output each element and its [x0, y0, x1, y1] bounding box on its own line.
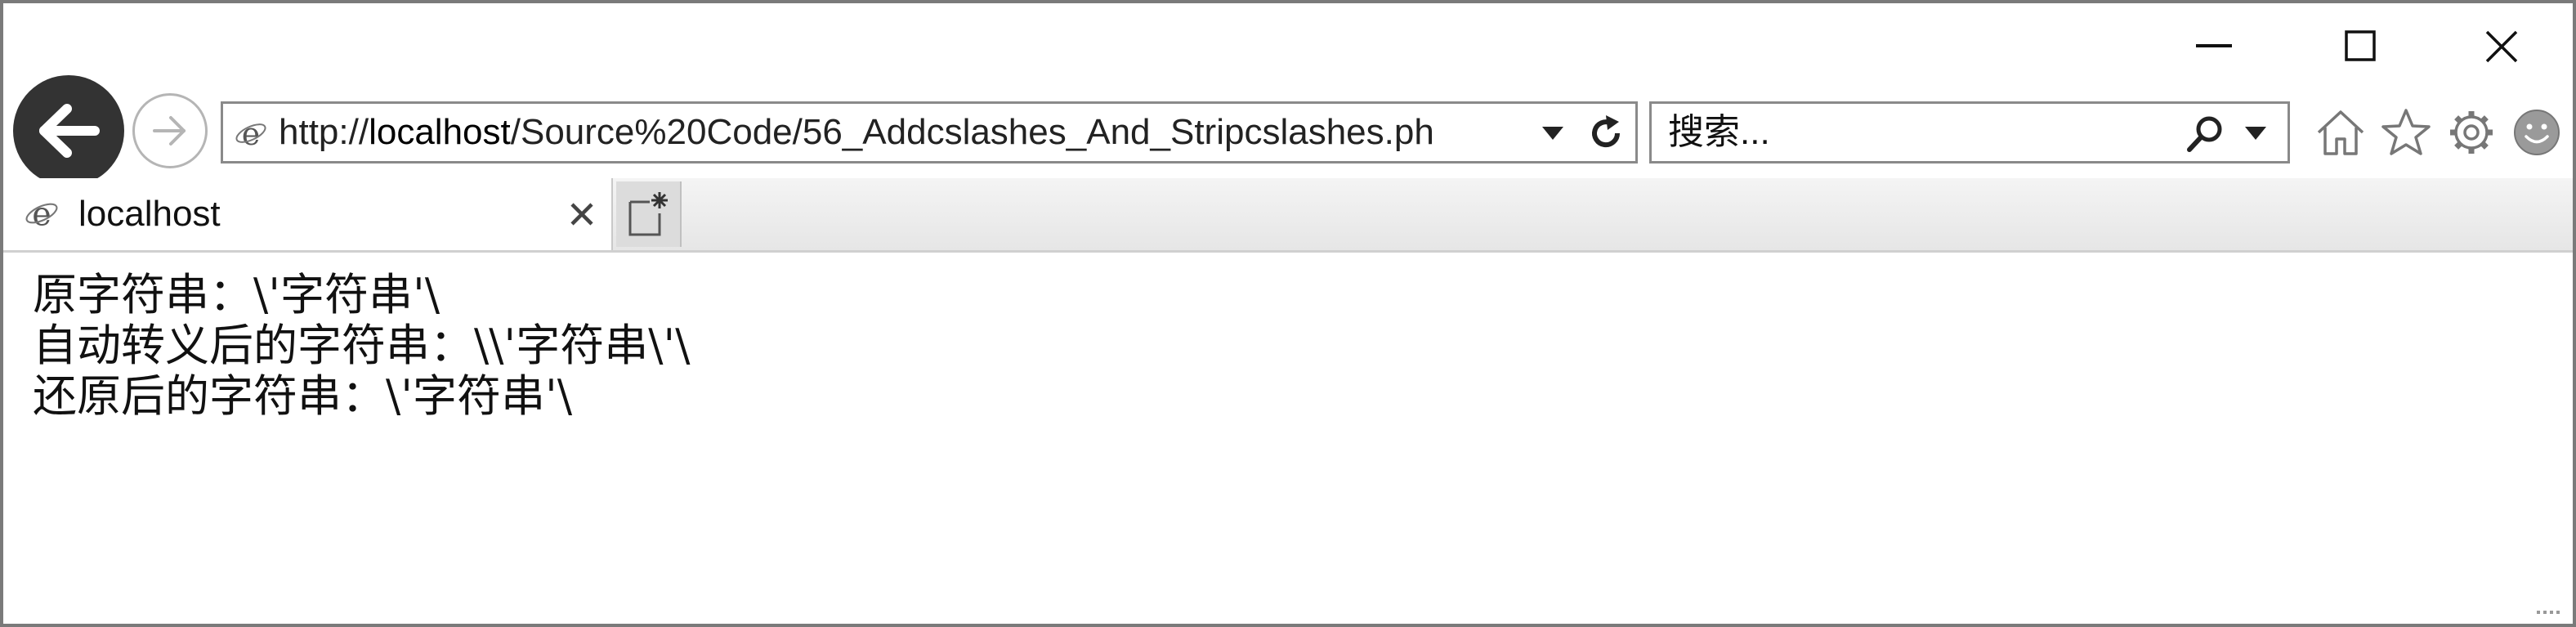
original-string-line: 原字符串：\'字符串'\ [33, 269, 441, 320]
search-input[interactable]: 搜索... [1649, 101, 2290, 163]
back-arrow-icon [39, 104, 100, 158]
url-host: localhost [369, 112, 511, 152]
close-icon[interactable] [566, 198, 598, 231]
browser-window: e http://localhost/Source%20Code/56_Addc… [0, 0, 2576, 627]
url-path: /Source%20Code/56_Addcslashes_And_Stripc… [510, 112, 1434, 152]
address-bar[interactable]: e http://localhost/Source%20Code/56_Addc… [221, 101, 1638, 163]
forward-button[interactable] [132, 93, 208, 168]
maximize-icon [2345, 30, 2376, 61]
new-tab-button[interactable] [616, 181, 682, 247]
maximize-button[interactable] [2324, 18, 2398, 75]
restored-string-line: 还原后的字符串：\'字符串'\ [33, 370, 573, 422]
search-placeholder: 搜索... [1668, 112, 1770, 152]
home-button[interactable] [2313, 105, 2368, 160]
ie-page-icon: e [25, 196, 58, 231]
search-icon[interactable] [2185, 114, 2225, 155]
smiley-icon [2514, 110, 2560, 155]
back-button[interactable] [13, 75, 124, 186]
close-icon [2485, 30, 2518, 63]
resize-grip-icon[interactable] [2534, 607, 2566, 619]
refresh-icon[interactable] [1586, 114, 1626, 153]
tab-localhost[interactable]: e localhost [3, 178, 613, 250]
chevron-down-icon[interactable] [2243, 122, 2268, 143]
minimize-icon [2196, 44, 2232, 47]
url-text[interactable]: http://localhost/Source%20Code/56_Addcsl… [279, 104, 1505, 161]
close-window-button[interactable] [2465, 18, 2538, 75]
gear-icon [2450, 111, 2493, 154]
ie-page-icon: e [235, 117, 266, 150]
tab-strip: e localhost [3, 178, 2573, 253]
forward-arrow-icon [153, 116, 186, 146]
settings-button[interactable] [2444, 105, 2499, 160]
tab-title: localhost [78, 194, 221, 234]
escaped-string-line: 自动转义后的字符串：\\'字符串\'\ [33, 320, 691, 371]
page-content: 原字符串：\'字符串'\ 自动转义后的字符串：\\'字符串\'\ 还原后的字符串… [33, 270, 2550, 422]
chevron-down-icon[interactable] [1541, 122, 1565, 143]
url-prefix: http:// [279, 112, 369, 152]
minimize-button[interactable] [2177, 18, 2251, 75]
svg-text:e: e [242, 117, 261, 150]
new-tab-icon [628, 192, 668, 236]
svg-text:e: e [32, 196, 51, 231]
star-icon [2381, 109, 2431, 155]
favorites-button[interactable] [2378, 105, 2434, 160]
feedback-button[interactable] [2509, 105, 2565, 160]
home-icon [2317, 110, 2364, 155]
